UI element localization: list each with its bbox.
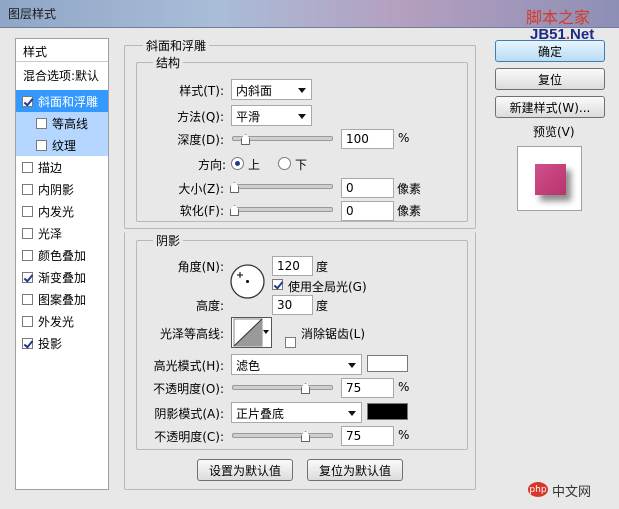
style-item[interactable]: 光泽: [16, 222, 108, 244]
structure-title: 结构: [153, 54, 184, 71]
reset-to-default-button[interactable]: 复位为默认值: [307, 459, 403, 481]
size-slider[interactable]: [230, 180, 333, 194]
soften-slider[interactable]: [230, 203, 333, 217]
size-input[interactable]: 0: [341, 178, 394, 198]
style-item-label: 图案叠加: [38, 292, 87, 307]
style-item[interactable]: 图案叠加: [16, 288, 108, 310]
preview-thumbnail: [517, 146, 582, 211]
style-item-label: 颜色叠加: [38, 248, 87, 263]
php-logo-text: 中文网: [552, 485, 592, 500]
style-item[interactable]: 斜面和浮雕: [16, 90, 108, 112]
preview-swatch: [535, 164, 566, 195]
divider: [16, 61, 108, 62]
style-item-label: 投影: [38, 336, 63, 351]
style-item[interactable]: 内阴影: [16, 178, 108, 200]
bevel-emboss-title: 斜面和浮雕: [143, 37, 210, 54]
style-item-label: 内阴影: [38, 182, 75, 197]
blending-options-item[interactable]: 混合选项:默认: [23, 67, 99, 84]
bevel-style-select[interactable]: 内斜面: [231, 79, 312, 100]
style-item[interactable]: 投影: [16, 332, 108, 354]
style-item-label: 光泽: [38, 226, 63, 241]
depth-unit: %: [398, 131, 410, 145]
style-item-checkbox[interactable]: [22, 205, 33, 217]
style-item-label: 等高线: [52, 116, 89, 131]
style-item-checkbox[interactable]: [36, 139, 47, 151]
preview-label: 预览(V): [533, 125, 575, 139]
direction-up-label: 上: [248, 158, 261, 172]
soften-label: 软化(F):: [179, 204, 224, 218]
make-default-button[interactable]: 设置为默认值: [197, 459, 293, 481]
style-item-checkbox[interactable]: [22, 337, 33, 349]
style-item-checkbox[interactable]: [22, 183, 33, 195]
ok-button[interactable]: 确定: [495, 40, 605, 62]
style-item-label: 外发光: [38, 314, 75, 329]
chevron-down-icon: [298, 114, 306, 119]
style-item-checkbox[interactable]: [22, 293, 33, 305]
style-item[interactable]: 纹理: [16, 134, 108, 156]
style-item-checkbox[interactable]: [22, 271, 33, 283]
style-item-label: 纹理: [52, 138, 77, 153]
soften-input[interactable]: 0: [341, 201, 394, 221]
style-item[interactable]: 渐变叠加: [16, 266, 108, 288]
depth-input[interactable]: 100: [341, 129, 394, 149]
style-item[interactable]: 等高线: [16, 112, 108, 134]
style-item-checkbox[interactable]: [22, 315, 33, 327]
style-item-label: 内发光: [38, 204, 75, 219]
settings-frame: [124, 232, 476, 490]
technique-select[interactable]: 平滑: [231, 105, 312, 126]
chevron-down-icon: [298, 88, 306, 93]
style-item-label: 斜面和浮雕: [38, 94, 99, 109]
direction-up-radio[interactable]: [231, 157, 244, 170]
style-item-checkbox[interactable]: [22, 161, 33, 173]
style-item-label: 描边: [38, 160, 63, 175]
php-logo-badge: php: [528, 482, 548, 497]
direction-down-radio[interactable]: [278, 157, 291, 170]
technique-label: 方法(Q):: [177, 110, 224, 124]
style-item[interactable]: 内发光: [16, 200, 108, 222]
new-style-button[interactable]: 新建样式(W)...: [495, 96, 605, 118]
direction-label: 方向:: [197, 158, 226, 172]
window-title: 图层样式: [8, 7, 57, 21]
depth-label: 深度(D):: [177, 133, 224, 147]
style-item[interactable]: 外发光: [16, 310, 108, 332]
style-item-label: 渐变叠加: [38, 270, 87, 285]
style-item-checkbox[interactable]: [22, 95, 33, 107]
style-item-checkbox[interactable]: [22, 249, 33, 261]
size-unit: 像素: [397, 182, 422, 196]
watermark-text: 脚本之家: [526, 8, 591, 27]
size-label: 大小(Z):: [178, 182, 224, 196]
styles-header[interactable]: 样式: [23, 43, 47, 60]
style-label: 样式(T):: [179, 84, 224, 98]
style-item[interactable]: 描边: [16, 156, 108, 178]
depth-slider[interactable]: [232, 132, 333, 146]
style-item-checkbox[interactable]: [36, 117, 47, 129]
soften-unit: 像素: [397, 204, 422, 218]
style-item[interactable]: 颜色叠加: [16, 244, 108, 266]
direction-down-label: 下: [295, 158, 308, 172]
style-item-checkbox[interactable]: [22, 227, 33, 239]
reset-button[interactable]: 复位: [495, 68, 605, 90]
styles-list: 样式 混合选项:默认 斜面和浮雕等高线纹理描边内阴影内发光光泽颜色叠加渐变叠加图…: [15, 38, 109, 490]
